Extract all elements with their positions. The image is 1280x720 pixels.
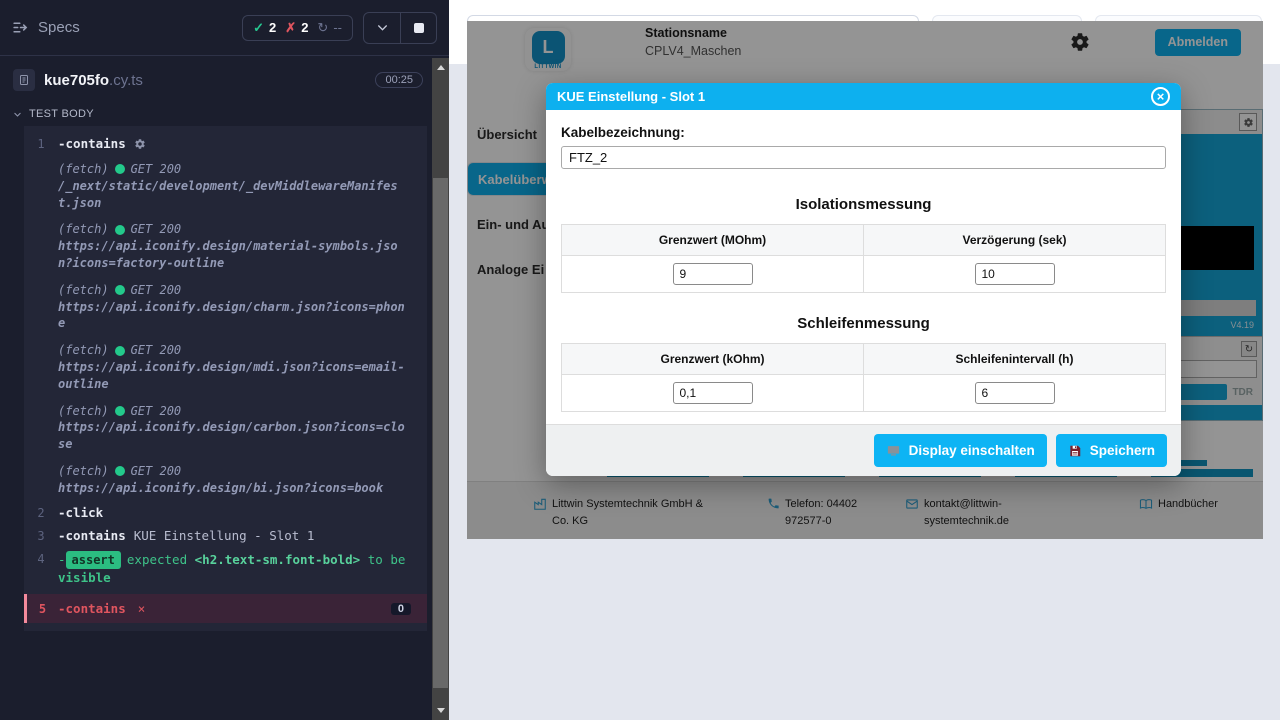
command-assert[interactable]: 4 -assertexpected <h2.text-sm.font-bold>… — [24, 545, 427, 591]
restart-icon: ↻ — [317, 20, 328, 36]
scroll-up-arrow[interactable] — [432, 60, 449, 74]
display-icon — [886, 443, 901, 458]
status-ok-dot — [115, 346, 125, 356]
stat-pending: ↻-- — [317, 20, 342, 36]
failed-icon: ✗ — [285, 20, 296, 36]
cable-name-input[interactable] — [561, 146, 1166, 169]
kue-settings-modal: KUE Einstellung - Slot 1 × Kabelbezeichn… — [546, 83, 1181, 476]
chevron-down-icon — [13, 110, 22, 119]
spec-duration-badge: 00:25 — [375, 72, 423, 88]
fetch-log[interactable]: (fetch)GET 200 https://api.iconify.desig… — [58, 403, 411, 453]
close-icon[interactable]: × — [1151, 87, 1170, 106]
display-on-button[interactable]: Display einschalten — [874, 434, 1047, 467]
run-stats: ✓2 ✗2 ↻-- — [242, 15, 353, 41]
iso-col-grenzwert: Grenzwert (MOhm) — [562, 225, 864, 256]
isolation-section-title: Isolationsmessung — [561, 196, 1166, 213]
status-ok-dot — [115, 225, 125, 235]
loop-table: Grenzwert (kOhm) Schleifenintervall (h) — [561, 343, 1166, 412]
stage: Electron 130 1000x660 (79%) L LITTWIN St… — [449, 0, 1280, 720]
modal-title: KUE Einstellung - Slot 1 — [557, 89, 705, 104]
status-ok-dot — [115, 164, 125, 174]
reporter-scrollbar[interactable] — [432, 58, 449, 720]
stat-passed: ✓2 — [253, 20, 276, 36]
spec-file-icon — [13, 69, 35, 91]
collapse-button[interactable] — [364, 13, 400, 43]
spec-extension: .cy.ts — [109, 72, 143, 89]
loop-section-title: Schleifenmessung — [561, 315, 1166, 332]
modal-footer: Display einschalten Speichern — [546, 424, 1181, 476]
command-click[interactable]: 2 -click — [24, 499, 427, 522]
iso-grenzwert-input[interactable] — [673, 263, 753, 285]
app-under-test: L LITTWIN Stationsname CPLV4_Maschen Abm… — [467, 21, 1263, 539]
fetch-log[interactable]: (fetch)GET 200 https://api.iconify.desig… — [58, 342, 411, 392]
run-controls — [363, 12, 437, 44]
command-contains-3[interactable]: 3 -containsKUE Einstellung - Slot 1 — [24, 522, 427, 545]
isolation-table: Grenzwert (MOhm) Verzögerung (sek) — [561, 224, 1166, 293]
status-ok-dot — [115, 406, 125, 416]
command-contains-failed[interactable]: 5 -contains×0 — [24, 594, 427, 623]
passed-icon: ✓ — [253, 20, 264, 36]
loop-col-intervall: Schleifenintervall (h) — [864, 344, 1166, 375]
reporter-header: Specs ✓2 ✗2 ↻-- — [0, 0, 449, 56]
chevron-down-icon — [376, 21, 389, 34]
iso-verzoegerung-input[interactable] — [975, 263, 1055, 285]
fail-x-icon: × — [138, 601, 146, 616]
specs-menu-icon — [12, 19, 29, 36]
command-contains-1[interactable]: 1 -contains (fetch)GET 200 /_next/static… — [24, 130, 427, 499]
status-ok-dot — [115, 285, 125, 295]
stat-failed: ✗2 — [285, 20, 308, 36]
fetch-log[interactable]: (fetch)GET 200 https://api.iconify.desig… — [58, 463, 411, 497]
command-log: 1 -contains (fetch)GET 200 /_next/static… — [24, 126, 427, 631]
loop-intervall-input[interactable] — [975, 382, 1055, 404]
cable-name-label: Kabelbezeichnung: — [561, 125, 1166, 140]
loop-grenzwert-input[interactable] — [673, 382, 753, 404]
specs-label: Specs — [38, 19, 80, 36]
spec-name: kue705fo.cy.ts — [44, 72, 143, 89]
snapshot-count-badge: 0 — [391, 603, 411, 615]
save-button[interactable]: Speichern — [1056, 434, 1167, 467]
test-body-header[interactable]: TEST BODY — [0, 104, 449, 126]
fetch-log[interactable]: (fetch)GET 200 https://api.iconify.desig… — [58, 221, 411, 271]
fetch-log[interactable]: (fetch)GET 200 https://api.iconify.desig… — [58, 282, 411, 332]
cypress-reporter: Specs ✓2 ✗2 ↻-- kue705fo.cy.ts 00:25 TES… — [0, 0, 449, 720]
specs-button[interactable]: Specs — [12, 19, 80, 36]
stop-icon — [414, 23, 424, 33]
spec-file-row[interactable]: kue705fo.cy.ts 00:25 — [0, 56, 449, 104]
modal-title-bar: KUE Einstellung - Slot 1 × — [546, 83, 1181, 110]
iso-col-verzoegerung: Verzögerung (sek) — [864, 225, 1166, 256]
scroll-down-arrow[interactable] — [432, 703, 449, 717]
save-floppy-icon — [1068, 444, 1082, 458]
scrollbar-thumb[interactable] — [433, 178, 448, 688]
loop-col-grenzwert: Grenzwert (kOhm) — [562, 344, 864, 375]
gear-icon — [134, 138, 146, 150]
fetch-log[interactable]: (fetch)GET 200 /_next/static/development… — [58, 161, 411, 211]
stop-button[interactable] — [400, 13, 436, 43]
assert-badge: assert — [66, 551, 121, 569]
status-ok-dot — [115, 466, 125, 476]
